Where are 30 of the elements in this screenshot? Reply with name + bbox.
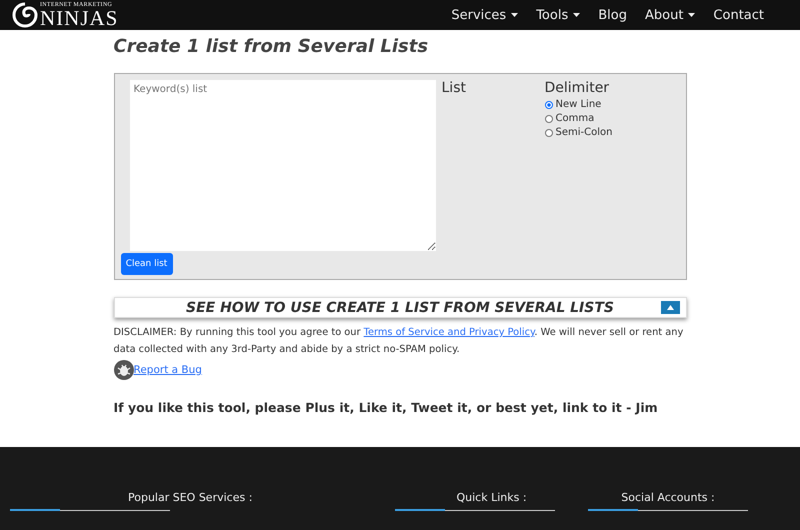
how-to-bar[interactable]: SEE HOW TO USE CREATE 1 LIST FROM SEVERAL LISTS xyxy=(114,297,686,318)
nav-link[interactable]: Blog xyxy=(598,8,627,22)
nav-link[interactable]: About xyxy=(644,8,696,22)
clean-list-button[interactable]: Clean list xyxy=(120,253,172,275)
triangle-up-icon xyxy=(666,305,674,310)
report-bug-link[interactable]: Report a Bug xyxy=(134,364,202,376)
logo-name: NINJAS xyxy=(40,8,118,28)
radio-button[interactable] xyxy=(544,114,552,122)
radio-button[interactable] xyxy=(544,100,552,108)
footer-heading: Popular SEO Services : xyxy=(128,491,252,504)
footer-heading: Quick Links : xyxy=(455,491,528,504)
delimiter-option[interactable]: Semi-Colon xyxy=(544,127,680,138)
swirl-logo-icon xyxy=(12,2,38,28)
delimiter-option[interactable]: Comma xyxy=(544,113,680,124)
bug-icon xyxy=(114,360,134,380)
like-message: If you like this tool, please Plus it, Like it, Tweet it, or best yet, link to it - Jim xyxy=(114,400,659,415)
nav-link[interactable]: Contact xyxy=(713,8,764,22)
delimiter-label: Delimiter xyxy=(544,80,610,96)
keyword-list-field[interactable]: Keyword(s) list xyxy=(130,80,436,251)
delimiter-option[interactable]: New Line xyxy=(544,99,680,110)
how-to-title: SEE HOW TO USE CREATE 1 LIST FROM SEVERAL LISTS xyxy=(186,300,614,316)
nav-link[interactable]: Tools xyxy=(536,8,580,22)
disclaimer-text: DISCLAIMER: By running this tool you agree to our Terms of Service and Privacy Policy. We will never sell or rent any data collected with any 3rd-Party and abide by a strict no-SPAM policy. xyxy=(114,326,684,357)
terms-link[interactable]: Terms of Service and Privacy Policy xyxy=(364,327,534,338)
footer-heading: Social Accounts : xyxy=(620,491,716,504)
radio-button[interactable] xyxy=(544,128,552,136)
list-label: List xyxy=(442,80,467,96)
nav-link[interactable]: Services xyxy=(451,8,518,22)
page-title: Create 1 list from Several Lists xyxy=(114,36,430,57)
collapse-button[interactable] xyxy=(660,301,680,314)
